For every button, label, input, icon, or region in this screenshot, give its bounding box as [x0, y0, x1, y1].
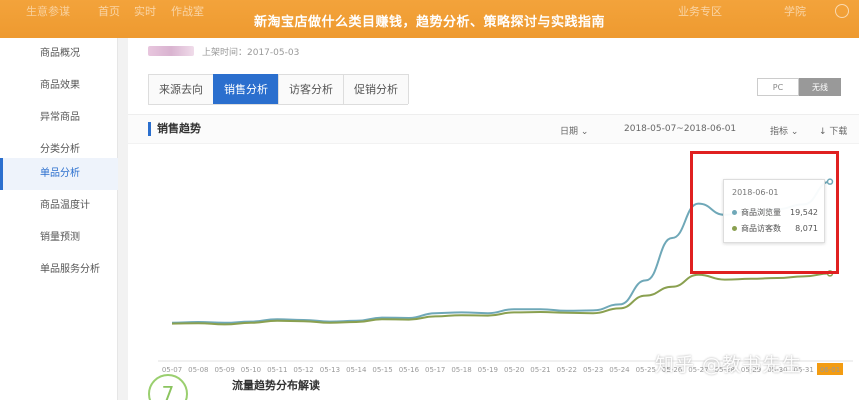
tooltip-value: 8,071: [795, 223, 818, 233]
tooltip-value: 19,542: [790, 207, 818, 217]
product-listing-date: 上架时间：2017-05-03: [202, 47, 300, 58]
legend-dot-icon: [732, 225, 737, 231]
tab-sales-analysis[interactable]: 销售分析: [213, 74, 279, 104]
tab-source[interactable]: 来源去向: [148, 74, 214, 104]
analysis-tabs: 来源去向 销售分析 访客分析 促销分析: [148, 74, 409, 105]
tooltip-date: 2018-06-01: [732, 188, 779, 197]
chart-tooltip: 2018-06-01 商品浏览量 19,542 商品访客数 8,071: [723, 179, 825, 243]
score-badge: 7: [148, 374, 188, 400]
product-name-blurred: [148, 46, 194, 56]
sales-trend-header: 销售趋势 日期 ⌄ 2018-05-07~2018-06-01 指标 ⌄ ↓ 下…: [128, 114, 859, 144]
date-range[interactable]: 2018-05-07~2018-06-01: [624, 124, 736, 134]
tab-visitor-analysis[interactable]: 访客分析: [278, 74, 344, 104]
sidebar-item-product-thermometer[interactable]: 商品温度计: [0, 190, 118, 222]
sidebar-item-product-overview[interactable]: 商品概况: [0, 38, 118, 70]
device-pc-button[interactable]: PC: [757, 78, 799, 96]
download-button[interactable]: ↓ 下载: [819, 124, 847, 137]
device-toggle: PC 无线: [757, 78, 841, 96]
watermark: 知乎 @教书先生: [655, 354, 803, 376]
tooltip-row-pv: 商品浏览量 19,542: [732, 206, 818, 218]
sidebar-item-product-effect[interactable]: 商品效果: [0, 70, 118, 102]
sidebar-item-sales-forecast[interactable]: 销量预测: [0, 222, 118, 254]
tooltip-label: 商品浏览量: [741, 207, 781, 217]
sidebar: 商品概况 商品效果 异常商品 分类分析 单品分析 商品温度计 销量预测 单品服务…: [0, 38, 118, 400]
device-wireless-button[interactable]: 无线: [799, 78, 841, 96]
date-label: 日期: [560, 127, 579, 137]
section-title: 销售趋势: [148, 122, 201, 136]
indicator-label: 指标: [770, 127, 789, 137]
indicator-dropdown[interactable]: 指标 ⌄: [770, 124, 798, 137]
date-dropdown[interactable]: 日期 ⌄: [560, 124, 588, 137]
top-bar: 生意参谋 首页 实时 作战室 业务专区 学院 新淘宝店做什么类目赚钱，趋势分析、…: [0, 0, 859, 38]
sidebar-item-abnormal-product[interactable]: 异常商品: [0, 102, 118, 134]
interpretation-title: 流量趋势分布解读: [232, 379, 320, 392]
legend-dot-icon: [732, 209, 737, 215]
main-panel: 上架时间：2017-05-03 来源去向 销售分析 访客分析 促销分析 PC 无…: [128, 38, 859, 400]
tooltip-row-uv: 商品访客数 8,071: [732, 222, 818, 234]
series-line-1: [171, 272, 831, 326]
headline: 新淘宝店做什么类目赚钱，趋势分析、策略探讨与实践指南: [253, 15, 605, 30]
tooltip-label: 商品访客数: [741, 223, 781, 233]
tab-promotion-analysis[interactable]: 促销分析: [343, 74, 409, 104]
download-icon: ↓: [819, 127, 827, 137]
chevron-down-icon: ⌄: [790, 127, 799, 137]
sidebar-item-single-product-analysis[interactable]: 单品分析: [0, 158, 118, 190]
sidebar-item-product-service-analysis[interactable]: 单品服务分析: [0, 254, 118, 286]
chevron-down-icon: ⌄: [580, 127, 589, 137]
product-meta: 上架时间：2017-05-03: [148, 44, 299, 58]
download-label: 下载: [829, 127, 848, 137]
